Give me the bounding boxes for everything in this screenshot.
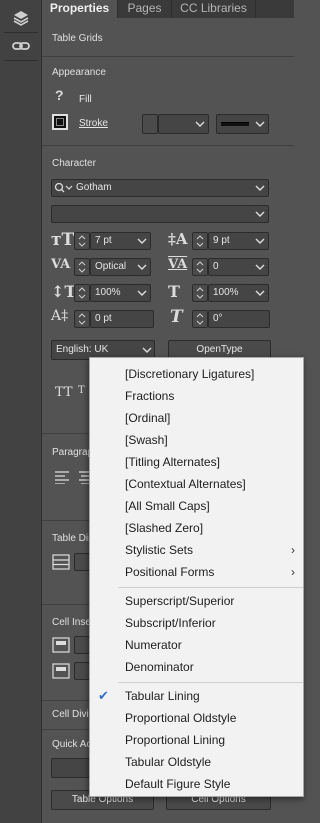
tab-cc-libraries[interactable]: CC Libraries [172, 0, 256, 18]
menu-item-discretionary-ligatures[interactable]: [Discretionary Ligatures] [90, 364, 303, 384]
menu-item-swash[interactable]: [Swash] [90, 430, 303, 450]
appearance-title: Appearance [52, 67, 106, 78]
leading-spinner[interactable] [192, 232, 208, 250]
menu-item-ordinal[interactable]: [Ordinal] [90, 408, 303, 428]
horizontal-scale-spinner[interactable] [192, 284, 208, 302]
menu-item-all-small-caps[interactable]: [All Small Caps] [90, 496, 303, 516]
kerning-field[interactable]: Optical [90, 258, 136, 276]
opentype-menu: [Discretionary Ligatures] Fractions [Ord… [89, 357, 304, 797]
cell-inset-top-spinner[interactable] [74, 636, 90, 654]
strip-divider [4, 32, 38, 33]
cell-inset-bottom-spinner[interactable] [74, 662, 90, 680]
kerning-spinner[interactable] [74, 258, 90, 276]
font-size-dropdown[interactable] [135, 232, 151, 250]
character-title: Character [52, 158, 96, 169]
fill-swatch-icon[interactable]: ? [55, 87, 64, 103]
tab-properties[interactable]: Properties [42, 0, 118, 18]
vertical-scale-icon: ↕T [51, 282, 77, 301]
small-caps-icon[interactable]: T [78, 385, 85, 396]
cell-inset-top-icon [52, 637, 70, 653]
kerning-icon: VA [51, 257, 71, 272]
menu-item-stylistic-sets[interactable]: Stylistic Sets › [90, 540, 303, 560]
menu-item-numerator[interactable]: Numerator [90, 635, 303, 655]
links-icon[interactable] [11, 36, 31, 56]
stroke-label[interactable]: Stroke [79, 118, 108, 129]
panel-tabs: Properties Pages CC Libraries [42, 0, 294, 18]
horizontal-scale-field[interactable]: 100% [208, 284, 254, 302]
stroke-weight-field[interactable] [158, 114, 194, 134]
section-divider [42, 145, 294, 146]
skew-field[interactable]: 0° [208, 310, 270, 328]
menu-item-positional-forms[interactable]: Positional Forms › [90, 562, 303, 582]
tracking-spinner[interactable] [192, 258, 208, 276]
vertical-scale-spinner[interactable] [74, 284, 90, 302]
skew-spinner[interactable] [192, 310, 208, 328]
selection-type-label: Table Grids [52, 33, 103, 44]
stroke-swatch-icon[interactable] [52, 114, 68, 130]
menu-item-titling-alternates[interactable]: [Titling Alternates] [90, 452, 303, 472]
font-size-icon: ᴛT [51, 230, 75, 250]
baseline-shift-icon: A‡ [51, 308, 69, 324]
layers-icon[interactable] [11, 8, 31, 28]
baseline-shift-field[interactable]: 0 pt [90, 310, 154, 328]
submenu-arrow-icon: › [291, 565, 295, 579]
menu-item-tabular-lining[interactable]: ✔ Tabular Lining [90, 686, 303, 706]
stroke-weight-spinner[interactable] [142, 114, 158, 134]
menu-separator [118, 682, 303, 683]
quick-actions-title: Quick Ac [52, 739, 92, 750]
menu-item-denominator[interactable]: Denominator [90, 657, 303, 677]
checkmark-icon: ✔ [98, 688, 109, 703]
submenu-arrow-icon: › [291, 543, 295, 557]
vertical-scale-field[interactable]: 100% [90, 284, 136, 302]
leading-field[interactable]: 9 pt [208, 232, 254, 250]
section-divider [42, 56, 294, 57]
leading-dropdown[interactable] [253, 232, 269, 250]
all-caps-icon[interactable]: TT [55, 385, 73, 400]
font-size-spinner[interactable] [74, 232, 90, 250]
horizontal-scale-icon: T [168, 282, 180, 301]
tab-pages[interactable]: Pages [118, 0, 172, 18]
menu-item-subscript[interactable]: Subscript/Inferior [90, 613, 303, 633]
cell-inset-bottom-icon [52, 663, 70, 679]
menu-item-slashed-zero[interactable]: [Slashed Zero] [90, 518, 303, 538]
tracking-icon: VA [168, 257, 188, 272]
table-dimensions-title: Table Dir [52, 533, 92, 544]
stroke-type-field[interactable] [216, 114, 254, 134]
stroke-type-dropdown[interactable] [253, 114, 269, 134]
cell-division-title: Cell Divis [52, 709, 94, 720]
tracking-field[interactable]: 0 [208, 258, 254, 276]
menu-item-fractions[interactable]: Fractions [90, 386, 303, 406]
cell-inset-title: Cell Inse [52, 617, 91, 628]
chevron-down-icon [142, 347, 152, 353]
horizontal-scale-dropdown[interactable] [253, 284, 269, 302]
tracking-dropdown[interactable] [253, 258, 269, 276]
stroke-weight-dropdown[interactable] [193, 114, 209, 134]
vertical-scale-dropdown[interactable] [135, 284, 151, 302]
font-size-field[interactable]: 7 pt [90, 232, 136, 250]
font-family-value: Gotham [76, 182, 112, 193]
table-rows-icon [52, 554, 70, 570]
skew-icon: T [170, 307, 183, 327]
table-rows-spinner[interactable] [74, 553, 90, 571]
menu-item-proportional-oldstyle[interactable]: Proportional Oldstyle [90, 708, 303, 728]
menu-item-tabular-oldstyle[interactable]: Tabular Oldstyle [90, 752, 303, 772]
leading-icon: ‡A [168, 230, 188, 248]
menu-separator [118, 587, 303, 588]
menu-item-proportional-lining[interactable]: Proportional Lining [90, 730, 303, 750]
baseline-shift-spinner[interactable] [74, 310, 90, 328]
menu-item-contextual-alternates[interactable]: [Contextual Alternates] [90, 474, 303, 494]
font-family-field[interactable]: Gotham [51, 179, 254, 197]
menu-item-default-figure-style[interactable]: Default Figure Style [90, 774, 303, 794]
kerning-dropdown[interactable] [135, 258, 151, 276]
tool-strip [0, 0, 42, 823]
search-icon[interactable] [54, 182, 74, 194]
font-style-dropdown[interactable] [253, 205, 269, 223]
menu-item-superscript[interactable]: Superscript/Superior [90, 591, 303, 611]
font-family-dropdown[interactable] [253, 179, 269, 197]
strip-divider [4, 60, 38, 61]
paragraph-title: Paragrap [52, 447, 94, 458]
font-style-field[interactable] [51, 205, 254, 223]
fill-label: Fill [79, 94, 92, 105]
